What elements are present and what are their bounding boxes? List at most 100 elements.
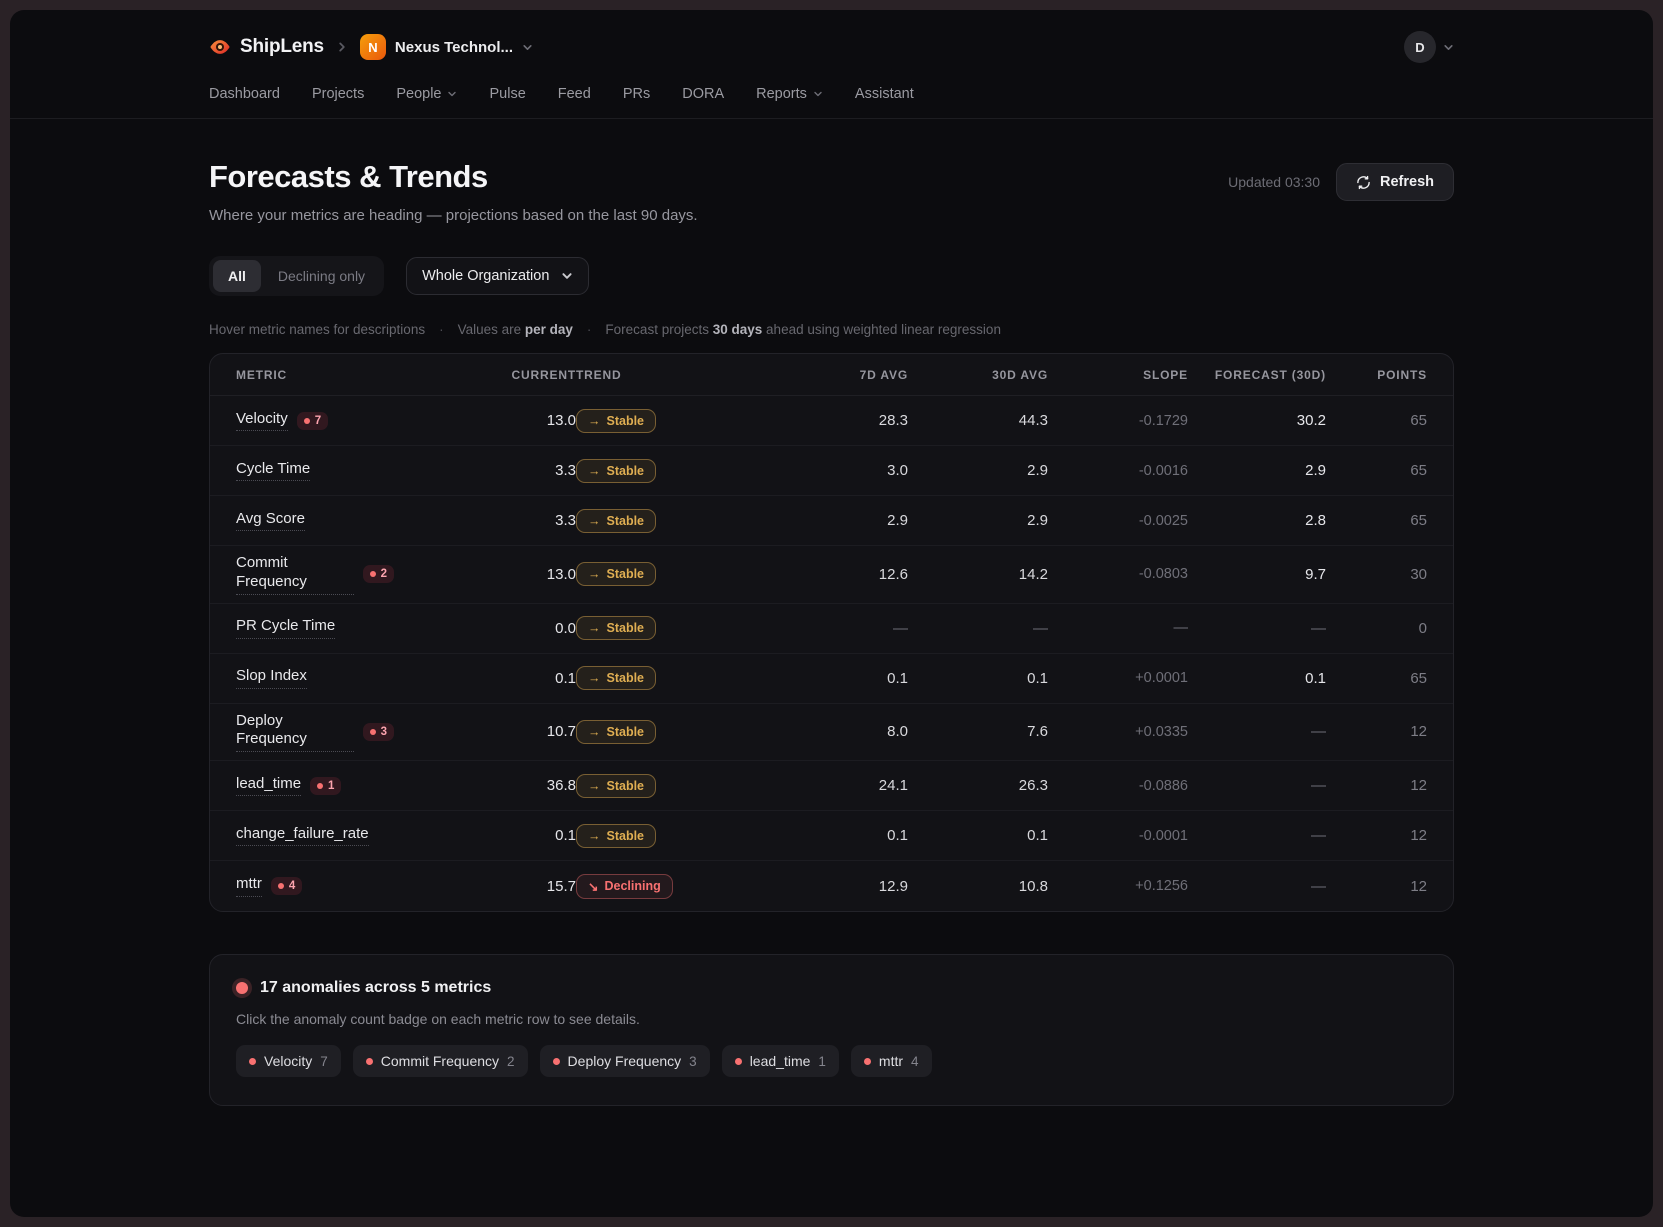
- nav-item-dora[interactable]: DORA: [682, 86, 724, 102]
- trend-cell: →Stable: [576, 774, 758, 798]
- hint-hover: Hover metric names for descriptions: [209, 322, 425, 337]
- column-header-forecast-30d: Forecast (30d): [1188, 368, 1326, 382]
- app-window: ShipLens N Nexus Technol... D: [10, 10, 1653, 1217]
- metric-name[interactable]: Avg Score: [236, 510, 305, 532]
- slope-value: -0.1729: [1048, 413, 1188, 429]
- refresh-button[interactable]: Refresh: [1336, 163, 1454, 201]
- nav-item-projects[interactable]: Projects: [312, 86, 364, 102]
- chip-count: 7: [320, 1054, 328, 1069]
- metric-name[interactable]: change_failure_rate: [236, 825, 369, 847]
- table-body: Velocity713.0→Stable28.344.3-0.172930.26…: [210, 396, 1453, 911]
- trend-cell: →Stable: [576, 666, 758, 690]
- main-content: Forecasts & Trends Where your metrics ar…: [209, 159, 1454, 1106]
- brand[interactable]: ShipLens: [209, 36, 324, 58]
- segment-all[interactable]: All: [213, 260, 261, 292]
- column-header-metric: Metric: [236, 368, 484, 382]
- points-value: 65: [1326, 670, 1427, 687]
- anomaly-count: 3: [381, 726, 387, 738]
- avg30-value: 44.3: [908, 412, 1048, 429]
- nav-item-label: People: [396, 86, 441, 102]
- anomaly-dot-icon: [366, 1058, 373, 1065]
- metric-name[interactable]: mttr: [236, 875, 262, 897]
- nav-item-prs[interactable]: PRs: [623, 86, 650, 102]
- current-value: 0.0: [484, 620, 576, 637]
- metric-cell: Deploy Frequency 3: [236, 712, 394, 753]
- hint-values: Values are per day: [458, 322, 573, 337]
- anomaly-count-badge[interactable]: 2: [363, 565, 394, 583]
- points-value: 0: [1326, 620, 1427, 637]
- scope-select-value: Whole Organization: [422, 268, 549, 284]
- points-value: 12: [1326, 827, 1427, 844]
- avg30-value: 2.9: [908, 512, 1048, 529]
- anomaly-summary-panel: 17 anomalies across 5 metrics Click the …: [209, 954, 1454, 1106]
- avg30-value: 0.1: [908, 670, 1048, 687]
- slope-value: +0.1256: [1048, 878, 1188, 894]
- account-menu[interactable]: D: [1404, 31, 1454, 63]
- nav-item-feed[interactable]: Feed: [558, 86, 591, 102]
- anomaly-count-badge[interactable]: 4: [271, 877, 302, 895]
- forecast-value: —: [1188, 723, 1326, 740]
- trend-arrow-icon: →: [588, 829, 601, 843]
- anomaly-count-badge[interactable]: 3: [363, 723, 394, 741]
- page-title: Forecasts & Trends: [209, 159, 698, 195]
- current-value: 15.7: [484, 878, 576, 895]
- anomaly-chip-mttr[interactable]: mttr4: [851, 1045, 932, 1077]
- metric-name[interactable]: PR Cycle Time: [236, 617, 335, 639]
- anomaly-count-badge[interactable]: 1: [310, 777, 341, 795]
- org-switcher[interactable]: N Nexus Technol...: [360, 34, 533, 60]
- metric-cell: Commit Frequency 2: [236, 554, 394, 595]
- anomaly-chip-velocity[interactable]: Velocity7: [236, 1045, 341, 1077]
- segment-declining-only[interactable]: Declining only: [263, 260, 380, 292]
- metric-name[interactable]: Deploy Frequency: [236, 712, 354, 753]
- chip-label: mttr: [879, 1053, 903, 1069]
- trend-cell: →Stable: [576, 616, 758, 640]
- anomaly-count-badge[interactable]: 7: [297, 412, 328, 430]
- column-header-current: Current: [484, 368, 576, 382]
- metric-cell: Cycle Time: [236, 460, 394, 482]
- nav-item-pulse[interactable]: Pulse: [489, 86, 525, 102]
- scope-select[interactable]: Whole Organization: [406, 257, 589, 295]
- avg7-value: 24.1: [758, 777, 908, 794]
- trend-cell: → Stable: [576, 459, 758, 483]
- metric-name[interactable]: Slop Index: [236, 667, 307, 689]
- metric-cell: mttr 4: [236, 875, 394, 897]
- chip-count: 1: [818, 1054, 826, 1069]
- nav-item-dashboard[interactable]: Dashboard: [209, 86, 280, 102]
- chip-label: Commit Frequency: [381, 1053, 499, 1069]
- nav-item-label: Feed: [558, 86, 591, 102]
- trend-arrow-icon: →: [588, 464, 601, 478]
- anomaly-dot-icon: [553, 1058, 560, 1065]
- avg7-value: 12.6: [758, 566, 908, 583]
- chevron-down-icon: [447, 89, 457, 99]
- metric-name[interactable]: Cycle Time: [236, 460, 310, 482]
- slope-value: -0.0025: [1048, 513, 1188, 529]
- nav-item-people[interactable]: People: [396, 86, 457, 102]
- anomaly-chip-lead-time[interactable]: lead_time1: [722, 1045, 839, 1077]
- trend-badge: →Stable: [576, 824, 656, 848]
- trend-label: Stable: [607, 464, 645, 478]
- forecast-value: —: [1188, 620, 1326, 637]
- nav-item-assistant[interactable]: Assistant: [855, 86, 914, 102]
- metric-name[interactable]: Velocity: [236, 410, 288, 432]
- trend-cell: →Stable: [576, 509, 758, 533]
- refresh-label: Refresh: [1380, 174, 1434, 190]
- avg7-value: 0.1: [758, 670, 908, 687]
- slope-value: +0.0001: [1048, 670, 1188, 686]
- forecast-value: —: [1188, 827, 1326, 844]
- anomaly-count: 4: [289, 880, 295, 892]
- chip-count: 3: [689, 1054, 697, 1069]
- metric-name[interactable]: Commit Frequency: [236, 554, 354, 595]
- anomaly-chip-commit-frequency[interactable]: Commit Frequency2: [353, 1045, 528, 1077]
- nav-item-reports[interactable]: Reports: [756, 86, 823, 102]
- trend-cell: →Stable: [576, 720, 758, 744]
- forecast-value: 9.7: [1188, 566, 1326, 583]
- avg30-value: 2.9: [908, 462, 1048, 479]
- metric-cell: lead_time 1: [236, 775, 394, 797]
- trend-badge: →Stable: [576, 666, 656, 690]
- anomaly-chip-deploy-frequency[interactable]: Deploy Frequency3: [540, 1045, 710, 1077]
- slope-value: —: [1048, 620, 1188, 636]
- nav-item-label: Projects: [312, 86, 364, 102]
- metric-name[interactable]: lead_time: [236, 775, 301, 797]
- trend-label: Stable: [607, 567, 645, 581]
- trend-badge: →Stable: [576, 409, 656, 433]
